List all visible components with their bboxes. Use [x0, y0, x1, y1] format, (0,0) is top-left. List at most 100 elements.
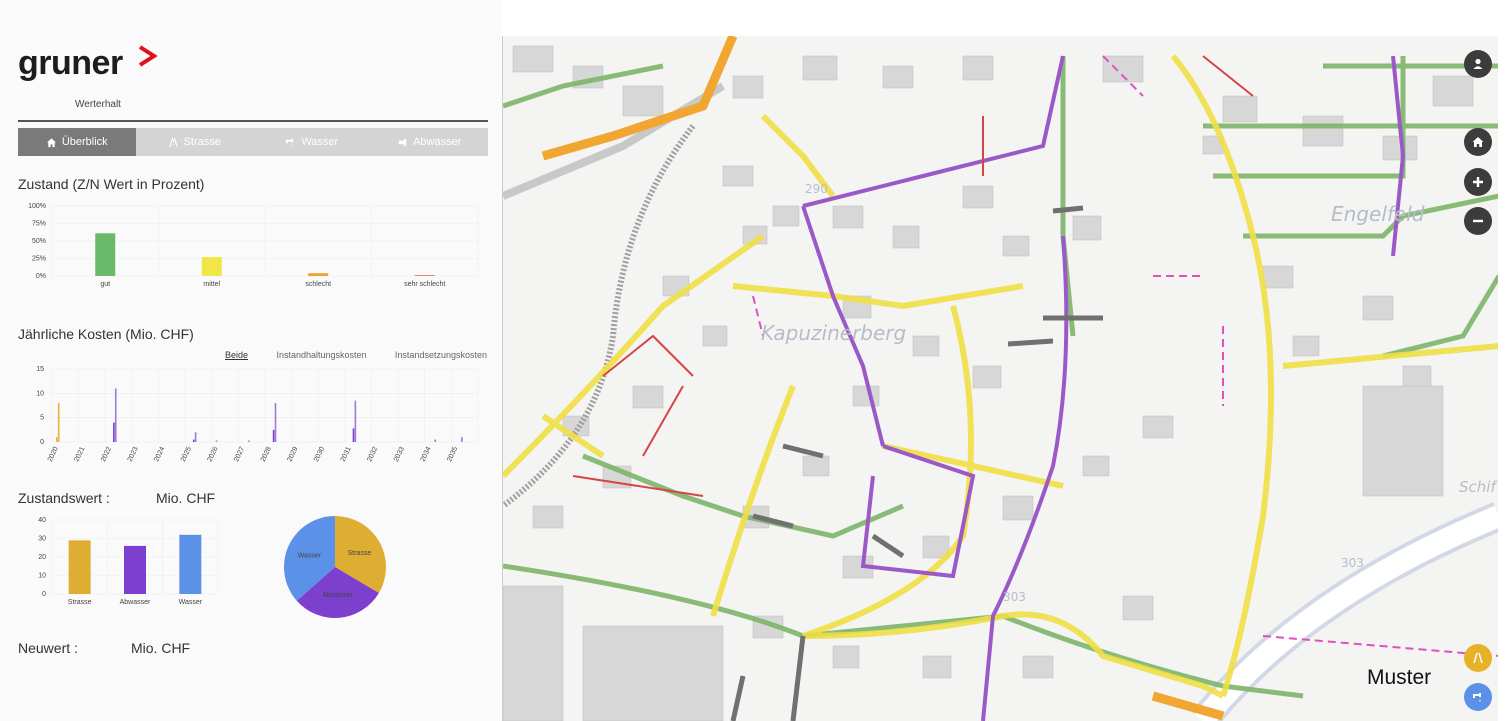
x-tick-label: 2029 — [287, 446, 300, 463]
pie-label: Abwasser — [322, 592, 353, 599]
y-tick-label: 5 — [40, 415, 44, 422]
y-tick-label: 20 — [38, 554, 46, 561]
y-tick-label: 25% — [32, 256, 46, 263]
network-map[interactable]: Kapuzinerberg Engelfeld Schif 290 303 30… — [502, 36, 1498, 721]
y-tick-label: 0 — [40, 439, 44, 446]
kosten-title: Jährliche Kosten (Mio. CHF) — [18, 326, 194, 342]
home-view-button[interactable] — [1464, 128, 1492, 156]
x-tick-label: gut — [100, 281, 110, 288]
bar[interactable] — [274, 403, 277, 442]
y-tick-label: 30 — [38, 536, 46, 543]
watermark: Muster — [1367, 666, 1432, 689]
bar[interactable] — [95, 233, 116, 276]
x-tick-label: 2028 — [260, 446, 273, 463]
road-layer-button[interactable] — [1464, 644, 1492, 672]
tab-wasser[interactable]: Wasser — [253, 128, 371, 156]
zustandswert-label: Zustandswert : — [18, 490, 110, 506]
minus-icon — [1473, 219, 1483, 223]
y-tick-label: 10 — [36, 390, 44, 397]
bar[interactable] — [248, 440, 250, 442]
brand-name: gruner — [18, 44, 123, 82]
bar[interactable] — [434, 439, 437, 442]
x-tick-label: 2031 — [340, 446, 353, 463]
tab-ueberblick[interactable]: Überblick — [18, 128, 136, 156]
kosten-chart: 0 5 10 15 2020 2021 2022 2023 2024 2025 2026 2027 20… — [18, 364, 488, 474]
y-tick-label: 15 — [36, 366, 44, 373]
zustand-title: Zustand (Z/N Wert in Prozent) — [18, 176, 205, 192]
kosten-tab-beide[interactable]: Beide — [225, 350, 248, 360]
bar[interactable] — [179, 534, 202, 594]
x-tick-label: schlecht — [305, 281, 331, 288]
y-tick-label: 50% — [32, 238, 46, 245]
bar[interactable] — [194, 432, 197, 442]
map-label-kapuzinerberg: Kapuzinerberg — [761, 321, 907, 345]
map-label-engelfeld: Engelfeld — [1331, 202, 1425, 226]
x-tick-label: 2033 — [393, 446, 406, 463]
map-label-elevation: 303 — [1341, 556, 1364, 570]
x-tick-label: 2024 — [153, 446, 166, 463]
x-tick-label: mittel — [203, 281, 220, 288]
zustandswert-unit: Mio. CHF — [156, 490, 216, 506]
gruner-logo: gruner — [18, 44, 168, 88]
tab-label: Wasser — [301, 136, 339, 148]
bar[interactable] — [215, 440, 218, 442]
x-tick-label: 2023 — [127, 446, 140, 463]
bar[interactable] — [124, 545, 146, 594]
bar[interactable] — [201, 257, 222, 276]
bar[interactable] — [272, 429, 275, 442]
bar[interactable] — [56, 437, 58, 442]
bar[interactable] — [57, 403, 60, 442]
tab-label: Abwasser — [413, 136, 462, 148]
map-canvas[interactable] — [503, 36, 1498, 721]
bar[interactable] — [352, 428, 355, 442]
tab-label: Strasse — [183, 136, 221, 148]
water-layer-button[interactable] — [1464, 683, 1492, 711]
y-tick-label: 0% — [36, 273, 46, 280]
zustandswert-chart: 0 10 20 30 40 Strasse Abwasser Wasser — [18, 514, 228, 619]
road-icon — [1473, 652, 1483, 664]
left-panel: gruner Werterhalt Überblick Strasse Wass… — [0, 0, 502, 721]
x-tick-label: 2022 — [100, 446, 113, 463]
faucet-icon — [286, 138, 294, 147]
zoom-in-button[interactable] — [1464, 168, 1492, 196]
bar[interactable] — [113, 422, 115, 442]
neuwert-label: Neuwert : — [18, 640, 78, 656]
plus-icon — [1473, 177, 1483, 187]
tab-strasse[interactable]: Strasse — [135, 128, 253, 156]
bar[interactable] — [461, 437, 463, 442]
x-tick-label: 2025 — [180, 446, 193, 463]
bar[interactable] — [192, 439, 195, 442]
bar[interactable] — [354, 400, 357, 442]
x-tick-label: Strasse — [68, 599, 92, 606]
bar[interactable] — [114, 388, 117, 442]
user-button[interactable] — [1464, 50, 1492, 78]
app-subtitle: Werterhalt — [75, 99, 121, 110]
bar[interactable] — [414, 275, 435, 276]
user-icon — [1473, 58, 1483, 69]
road-icon — [168, 137, 178, 147]
y-tick-label: 10 — [38, 573, 46, 580]
zustandswert-pie: Strasse Abwasser Wasser — [282, 514, 388, 625]
chevron-right-icon — [138, 45, 158, 67]
y-tick-label: 40 — [38, 517, 46, 524]
y-tick-label: 100% — [28, 203, 46, 210]
x-tick-label: sehr schlecht — [404, 281, 445, 288]
kosten-tab-instandsetzung[interactable]: Instandsetzungskosten — [395, 350, 487, 360]
bar[interactable] — [308, 273, 329, 276]
kosten-tab-instandhaltung[interactable]: Instandhaltungskosten — [276, 350, 366, 360]
x-tick-label: 2030 — [313, 446, 326, 463]
kosten-tabs: Beide Instandhaltungskosten Instandsetzu… — [225, 350, 487, 360]
x-tick-label: 2021 — [74, 446, 87, 463]
x-tick-label: 2020 — [47, 446, 60, 463]
home-icon — [46, 137, 56, 147]
tab-abwasser[interactable]: Abwasser — [370, 128, 488, 156]
bar[interactable] — [68, 540, 91, 594]
zoom-out-button[interactable] — [1464, 207, 1492, 235]
neuwert-unit: Mio. CHF — [131, 640, 191, 656]
pie-label: Strasse — [347, 550, 371, 557]
x-tick-label: 2026 — [207, 446, 220, 463]
unrated-segments — [730, 205, 1103, 721]
home-icon — [1472, 137, 1484, 147]
pipe-icon — [398, 138, 407, 146]
map-label-elevation: 290 — [805, 182, 828, 196]
